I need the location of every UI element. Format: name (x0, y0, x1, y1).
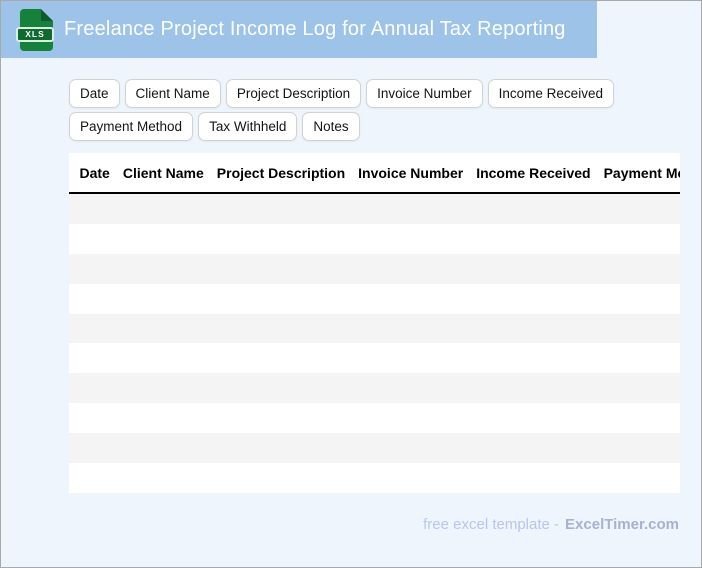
file-fold (41, 8, 53, 21)
table-row (69, 403, 680, 434)
exceltimer-link[interactable]: ExcelTimer.com (565, 516, 679, 533)
table-row (69, 253, 680, 284)
chip-notes[interactable]: Notes (302, 112, 360, 141)
table-header-row: Date Client Name Project Description Inv… (69, 153, 680, 194)
table-body (69, 194, 680, 493)
chip-project-description[interactable]: Project Description (225, 79, 362, 108)
table-row (69, 283, 680, 314)
column-header-client-name: Client Name (122, 164, 204, 181)
chip-income-received[interactable]: Income Received (487, 79, 614, 108)
chip-tax-withheld[interactable]: Tax Withheld (198, 112, 298, 141)
table-row (69, 194, 680, 224)
column-chips: Date Client Name Project Description Inv… (69, 79, 621, 141)
chip-date[interactable]: Date (69, 79, 120, 108)
chip-payment-method[interactable]: Payment Method (69, 112, 194, 141)
chip-invoice-number[interactable]: Invoice Number (366, 79, 483, 108)
page-title: Freelance Project Income Log for Annual … (64, 18, 566, 40)
chip-client-name[interactable]: Client Name (124, 79, 221, 108)
column-header-date: Date (79, 164, 110, 181)
title-bar: XLS Freelance Project Income Log for Ann… (1, 1, 597, 58)
table-row (69, 463, 680, 493)
table-row (69, 343, 680, 374)
table-row (69, 433, 680, 464)
table-row (69, 373, 680, 404)
xls-file-icon: XLS (16, 8, 54, 51)
page: XLS Freelance Project Income Log for Ann… (0, 0, 702, 568)
xls-badge: XLS (16, 26, 54, 42)
column-header-income-received: Income Received (476, 164, 591, 181)
income-log-table: Date Client Name Project Description Inv… (69, 153, 680, 493)
column-header-project-description: Project Description (216, 164, 346, 181)
footer-credit: free excel template - ExcelTimer.com (423, 516, 679, 533)
footer-text: free excel template - (423, 516, 560, 533)
column-header-payment-method: Payment Method (603, 164, 680, 181)
table-row (69, 313, 680, 344)
column-header-invoice-number: Invoice Number (358, 164, 464, 181)
table-row (69, 223, 680, 254)
